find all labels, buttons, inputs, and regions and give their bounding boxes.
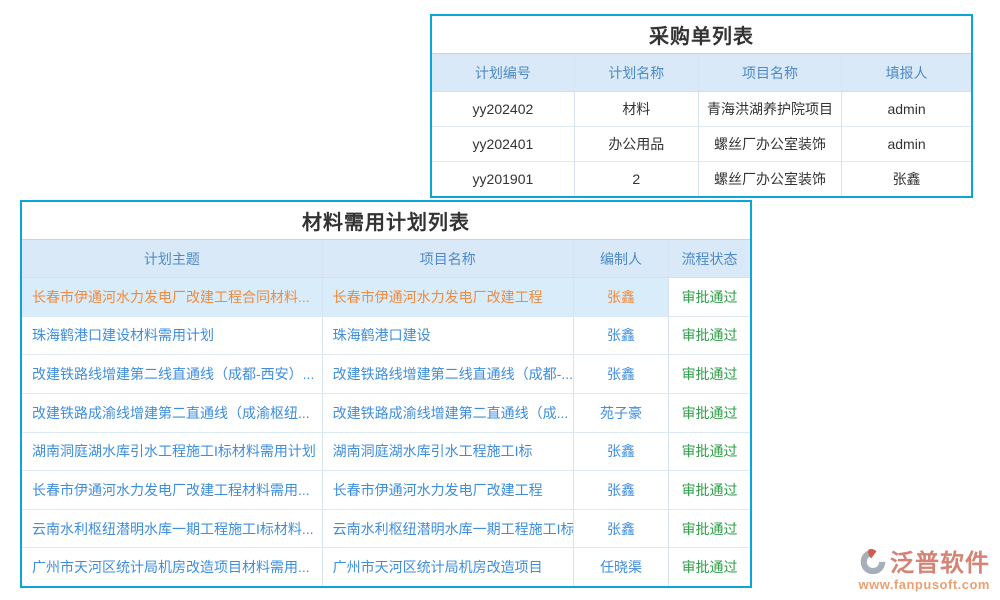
material-plan-list-panel: 材料需用计划列表 计划主题 项目名称 编制人 流程状态 长春市伊通河水力发电厂改… <box>20 200 752 588</box>
cell-flow-status[interactable]: 审批通过 <box>669 471 750 509</box>
cell-compiler: 苑子豪 <box>574 394 669 432</box>
cell-project-name: 螺丝厂办公室装饰 <box>699 162 842 196</box>
cell-flow-status[interactable]: 审批通过 <box>669 355 750 393</box>
table-row[interactable]: 湖南洞庭湖水库引水工程施工I标材料需用计划 湖南洞庭湖水库引水工程施工I标 张鑫… <box>22 432 750 471</box>
cell-project-name-link[interactable]: 改建铁路成渝线增建第二直通线（成... <box>323 394 574 432</box>
cell-flow-status[interactable]: 审批通过 <box>669 433 750 471</box>
cell-filler: 张鑫 <box>842 162 971 196</box>
col-header-plan-subject: 计划主题 <box>22 240 323 277</box>
cell-plan-no: yy202402 <box>432 92 575 126</box>
purchase-list-panel: 采购单列表 计划编号 计划名称 项目名称 填报人 yy202402 材料 青海洪… <box>430 14 973 198</box>
col-header-flow-status: 流程状态 <box>669 240 750 277</box>
col-header-project-name: 项目名称 <box>699 54 842 91</box>
cell-flow-status[interactable]: 审批通过 <box>669 317 750 355</box>
cell-compiler: 任晓渠 <box>574 548 669 586</box>
vendor-watermark: 泛普软件 www.fanpusoft.com <box>858 543 990 592</box>
table-row[interactable]: yy202401 办公用品 螺丝厂办公室装饰 admin <box>432 126 971 161</box>
material-plan-list-header: 计划主题 项目名称 编制人 流程状态 <box>22 239 750 278</box>
cell-plan-subject-link[interactable]: 改建铁路线增建第二线直通线（成都-西安）... <box>22 355 323 393</box>
table-row[interactable]: 改建铁路线增建第二线直通线（成都-西安）... 改建铁路线增建第二线直通线（成都… <box>22 354 750 393</box>
cell-flow-status[interactable]: 审批通过 <box>669 510 750 548</box>
purchase-list-header: 计划编号 计划名称 项目名称 填报人 <box>432 53 971 92</box>
material-plan-list-title: 材料需用计划列表 <box>22 202 750 239</box>
cell-project-name-link[interactable]: 长春市伊通河水力发电厂改建工程 <box>323 278 574 316</box>
cell-plan-subject-link[interactable]: 湖南洞庭湖水库引水工程施工I标材料需用计划 <box>22 433 323 471</box>
table-row[interactable]: 长春市伊通河水力发电厂改建工程材料需用... 长春市伊通河水力发电厂改建工程 张… <box>22 470 750 509</box>
col-header-plan-name: 计划名称 <box>575 54 699 91</box>
cell-compiler: 张鑫 <box>574 433 669 471</box>
cell-project-name-link[interactable]: 改建铁路线增建第二线直通线（成都-... <box>323 355 574 393</box>
col-header-project-name: 项目名称 <box>323 240 574 277</box>
cell-plan-subject-link[interactable]: 珠海鹤港口建设材料需用计划 <box>22 317 323 355</box>
cell-compiler: 张鑫 <box>574 278 669 316</box>
table-row[interactable]: yy202402 材料 青海洪湖养护院项目 admin <box>432 92 971 126</box>
cell-flow-status[interactable]: 审批通过 <box>669 394 750 432</box>
table-row[interactable]: 广州市天河区统计局机房改造项目材料需用... 广州市天河区统计局机房改造项目 任… <box>22 547 750 586</box>
cell-compiler: 张鑫 <box>574 317 669 355</box>
cell-project-name-link[interactable]: 珠海鹤港口建设 <box>323 317 574 355</box>
watermark-brand-row: 泛普软件 <box>858 543 990 578</box>
cell-plan-subject-link[interactable]: 改建铁路成渝线增建第二直通线（成渝枢纽... <box>22 394 323 432</box>
cell-flow-status[interactable]: 审批通过 <box>669 548 750 586</box>
cell-project-name: 螺丝厂办公室装饰 <box>699 127 842 161</box>
cell-plan-name: 办公用品 <box>575 127 699 161</box>
fanpu-logo-icon <box>859 547 887 575</box>
table-row[interactable]: 云南水利枢纽潜明水库一期工程施工I标材料... 云南水利枢纽潜明水库一期工程施工… <box>22 509 750 548</box>
purchase-list-title: 采购单列表 <box>432 16 971 53</box>
col-header-plan-no: 计划编号 <box>432 54 575 91</box>
watermark-brand-text: 泛普软件 <box>890 543 990 578</box>
cell-plan-no: yy201901 <box>432 162 575 196</box>
col-header-filler: 填报人 <box>842 54 971 91</box>
cell-project-name-link[interactable]: 广州市天河区统计局机房改造项目 <box>323 548 574 586</box>
cell-compiler: 张鑫 <box>574 355 669 393</box>
cell-compiler: 张鑫 <box>574 471 669 509</box>
cell-filler: admin <box>842 92 971 126</box>
cell-project-name-link[interactable]: 长春市伊通河水力发电厂改建工程 <box>323 471 574 509</box>
cell-plan-subject-link[interactable]: 云南水利枢纽潜明水库一期工程施工I标材料... <box>22 510 323 548</box>
cell-project-name-link[interactable]: 云南水利枢纽潜明水库一期工程施工I标 <box>323 510 574 548</box>
cell-plan-name: 材料 <box>575 92 699 126</box>
table-row[interactable]: 珠海鹤港口建设材料需用计划 珠海鹤港口建设 张鑫 审批通过 <box>22 316 750 355</box>
table-row-selected[interactable]: 长春市伊通河水力发电厂改建工程合同材料... 长春市伊通河水力发电厂改建工程 张… <box>22 278 750 316</box>
cell-plan-name: 2 <box>575 162 699 196</box>
table-row[interactable]: yy201901 2 螺丝厂办公室装饰 张鑫 <box>432 161 971 196</box>
cell-project-name-link[interactable]: 湖南洞庭湖水库引水工程施工I标 <box>323 433 574 471</box>
table-row[interactable]: 改建铁路成渝线增建第二直通线（成渝枢纽... 改建铁路成渝线增建第二直通线（成.… <box>22 393 750 432</box>
col-header-compiler: 编制人 <box>574 240 669 277</box>
cell-project-name: 青海洪湖养护院项目 <box>699 92 842 126</box>
cell-flow-status[interactable]: 审批通过 <box>669 278 750 316</box>
cell-plan-subject-link[interactable]: 长春市伊通河水力发电厂改建工程材料需用... <box>22 471 323 509</box>
cell-plan-subject-link[interactable]: 长春市伊通河水力发电厂改建工程合同材料... <box>22 278 323 316</box>
watermark-url-text: www.fanpusoft.com <box>858 577 990 592</box>
cell-filler: admin <box>842 127 971 161</box>
cell-plan-subject-link[interactable]: 广州市天河区统计局机房改造项目材料需用... <box>22 548 323 586</box>
cell-plan-no: yy202401 <box>432 127 575 161</box>
cell-compiler: 张鑫 <box>574 510 669 548</box>
